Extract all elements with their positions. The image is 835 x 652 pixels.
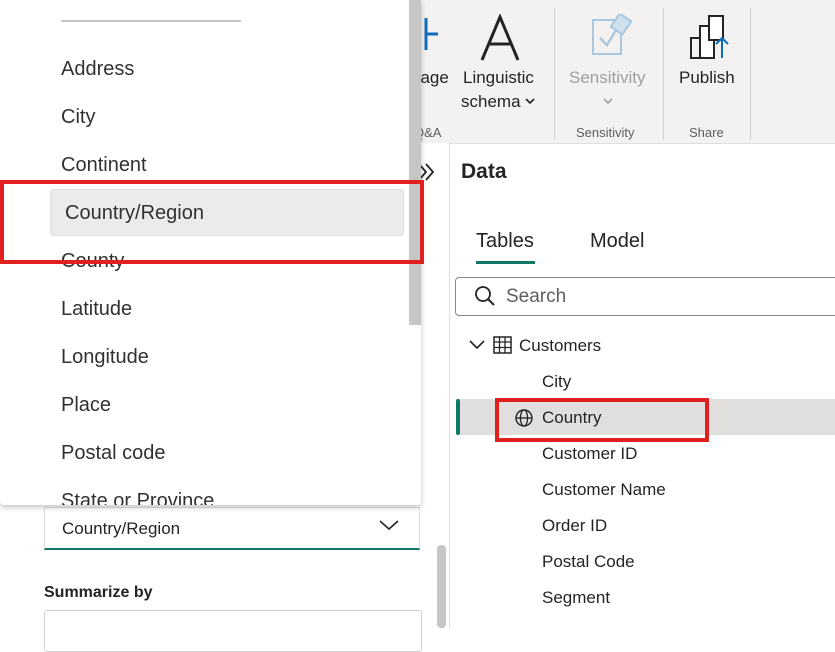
option-city[interactable]: City	[61, 106, 95, 129]
ribbon-separator	[554, 8, 555, 140]
properties-scrollbar[interactable]	[437, 545, 446, 628]
option-place[interactable]: Place	[61, 394, 111, 417]
chevron-down-icon[interactable]	[603, 97, 613, 105]
publish-icon[interactable]	[688, 14, 730, 60]
publish-button-label[interactable]: Publish	[679, 68, 735, 88]
field-segment[interactable]: Segment	[542, 588, 610, 608]
field-order-id[interactable]: Order ID	[542, 516, 607, 536]
popup-divider	[61, 20, 241, 22]
summarize-by-label: Summarize by	[44, 584, 153, 601]
sensitivity-group-label: Sensitivity	[576, 125, 635, 140]
annotation-highlight-country-field	[495, 398, 709, 442]
popup-scrollbar[interactable]	[409, 0, 421, 325]
option-state-or-province[interactable]: State or Province	[61, 490, 214, 505]
field-city[interactable]: City	[542, 372, 571, 392]
field-customer-name[interactable]: Customer Name	[542, 480, 666, 500]
option-postal-code[interactable]: Postal code	[61, 442, 166, 465]
option-address[interactable]: Address	[61, 58, 134, 81]
field-postal-code[interactable]: Postal Code	[542, 552, 635, 572]
search-placeholder: Search	[506, 286, 567, 307]
sensitivity-button-label[interactable]: Sensitivity	[569, 68, 646, 88]
table-name-customers[interactable]: Customers	[519, 336, 601, 356]
ribbon-separator	[750, 8, 751, 140]
annotation-highlight-country-region	[0, 180, 424, 264]
tab-model[interactable]: Model	[590, 230, 644, 253]
active-tab-indicator	[476, 261, 535, 264]
table-icon	[493, 336, 512, 354]
data-category-value: Country/Region	[62, 519, 181, 538]
ribbon-separator	[663, 8, 664, 140]
selection-indicator	[456, 399, 460, 435]
data-pane-title: Data	[461, 160, 507, 183]
tab-tables[interactable]: Tables	[476, 230, 534, 253]
field-customer-id[interactable]: Customer ID	[542, 444, 637, 464]
linguistic-schema-label-1[interactable]: Linguistic	[463, 68, 534, 88]
option-latitude[interactable]: Latitude	[61, 298, 132, 321]
option-continent[interactable]: Continent	[61, 154, 147, 177]
summarize-by-dropdown[interactable]	[44, 610, 422, 652]
option-longitude[interactable]: Longitude	[61, 346, 149, 369]
search-icon	[475, 286, 495, 306]
chevron-down-icon[interactable]	[525, 97, 535, 105]
share-group-label: Share	[689, 125, 724, 140]
linguistic-schema-icon[interactable]	[479, 14, 521, 62]
chevron-down-icon[interactable]	[468, 338, 486, 352]
linguistic-schema-label-2[interactable]: schema	[461, 92, 521, 112]
sensitivity-icon[interactable]	[590, 14, 632, 58]
chevron-down-icon[interactable]	[378, 518, 400, 532]
